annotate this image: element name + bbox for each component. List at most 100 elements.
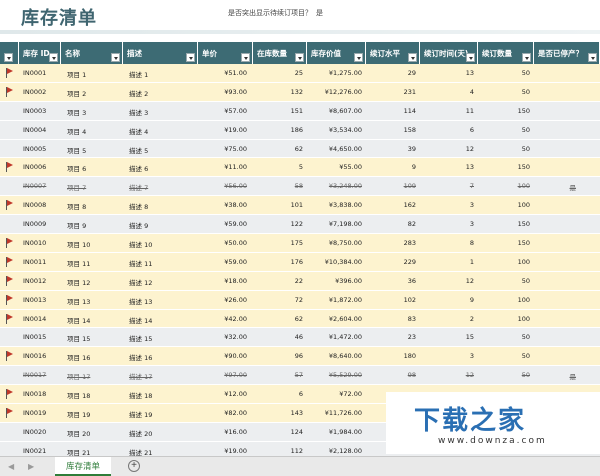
- cell-reorder-level[interactable]: 83: [408, 315, 416, 323]
- cell-reorder-level[interactable]: 82: [408, 220, 416, 228]
- filter-dropdown-icon[interactable]: [295, 53, 304, 62]
- cell-description[interactable]: 描述 11: [129, 258, 152, 268]
- cell-stock-value[interactable]: ¥8,607.00: [329, 107, 362, 115]
- cell-reorder-days[interactable]: 15: [466, 333, 474, 341]
- table-row[interactable]: IN0015 项目 15 描述 15 ¥32.00 46 ¥1,472.00 23 15 50: [0, 328, 600, 348]
- cell-reorder-qty[interactable]: 50: [522, 88, 530, 96]
- cell-qty-in-stock[interactable]: 112: [291, 447, 303, 455]
- cell-stock-value[interactable]: ¥1,472.00: [329, 333, 362, 341]
- cell-description[interactable]: 描述 8: [129, 201, 148, 211]
- cell-qty-in-stock[interactable]: 6: [299, 390, 303, 398]
- cell-unit-price[interactable]: ¥19.00: [224, 126, 247, 134]
- cell-description[interactable]: 描述 14: [129, 315, 152, 325]
- filter-dropdown-icon[interactable]: [111, 53, 120, 62]
- cell-unit-price[interactable]: ¥75.00: [224, 145, 247, 153]
- cell-unit-price[interactable]: ¥50.00: [224, 239, 247, 247]
- cell-name[interactable]: 项目 16: [67, 352, 90, 362]
- table-row[interactable]: IN0013 项目 13 描述 13 ¥26.00 72 ¥1,872.00 102 9 100: [0, 290, 600, 310]
- table-row[interactable]: IN0010 项目 10 描述 10 ¥50.00 175 ¥8,750.00 283 8 15…: [0, 234, 600, 253]
- cell-name[interactable]: 项目 14: [67, 315, 90, 325]
- cell-description[interactable]: 描述 4: [129, 126, 148, 136]
- scroll-left-icon[interactable]: ◀: [8, 462, 14, 471]
- cell-reorder-qty[interactable]: 100: [518, 201, 530, 209]
- cell-unit-price[interactable]: ¥11.00: [224, 163, 247, 171]
- cell-reorder-qty[interactable]: 50: [522, 126, 530, 134]
- cell-reorder-level[interactable]: 229: [404, 258, 416, 266]
- cell-unit-price[interactable]: ¥59.00: [224, 258, 247, 266]
- cell-unit-price[interactable]: ¥82.00: [224, 409, 247, 417]
- cell-reorder-qty[interactable]: 100: [518, 315, 530, 323]
- cell-qty-in-stock[interactable]: 57: [295, 371, 303, 379]
- cell-reorder-qty[interactable]: 50: [522, 352, 530, 360]
- cell-name[interactable]: 项目 15: [67, 333, 90, 343]
- cell-inventory-id[interactable]: IN0002: [23, 88, 46, 96]
- cell-unit-price[interactable]: ¥19.00: [224, 447, 247, 455]
- column-header-reorder-days[interactable]: 续订时间(天): [420, 42, 478, 64]
- cell-name[interactable]: 项目 18: [67, 390, 90, 400]
- cell-discontinued[interactable]: 是: [570, 371, 577, 381]
- cell-reorder-days[interactable]: 1: [470, 258, 474, 266]
- cell-stock-value[interactable]: ¥3,534.00: [329, 126, 362, 134]
- cell-name[interactable]: 项目 19: [67, 409, 90, 419]
- cell-description[interactable]: 描述 10: [129, 239, 152, 249]
- add-sheet-icon[interactable]: +: [128, 460, 140, 472]
- cell-reorder-qty[interactable]: 100: [518, 296, 530, 304]
- cell-qty-in-stock[interactable]: 96: [295, 352, 303, 360]
- cell-reorder-days[interactable]: 12: [466, 371, 474, 379]
- cell-qty-in-stock[interactable]: 143: [291, 409, 303, 417]
- cell-reorder-level[interactable]: 29: [408, 69, 416, 77]
- cell-inventory-id[interactable]: IN0011: [23, 258, 46, 266]
- cell-stock-value[interactable]: ¥2,604.00: [329, 315, 362, 323]
- cell-description[interactable]: 描述 7: [129, 182, 148, 192]
- filter-dropdown-icon[interactable]: [466, 53, 475, 62]
- cell-description[interactable]: 描述 15: [129, 333, 152, 343]
- cell-reorder-qty[interactable]: 150: [518, 220, 530, 228]
- cell-inventory-id[interactable]: IN0003: [23, 107, 46, 115]
- cell-description[interactable]: 描述 9: [129, 220, 148, 230]
- cell-reorder-days[interactable]: 8: [470, 239, 474, 247]
- cell-qty-in-stock[interactable]: 58: [295, 182, 303, 190]
- cell-reorder-days[interactable]: 7: [470, 182, 474, 190]
- cell-qty-in-stock[interactable]: 151: [291, 107, 303, 115]
- filter-dropdown-icon[interactable]: [408, 53, 417, 62]
- cell-unit-price[interactable]: ¥38.00: [224, 201, 247, 209]
- table-row[interactable]: IN0014 项目 14 描述 14 ¥42.00 62 ¥2,604.00 83 2 100: [0, 309, 600, 329]
- cell-reorder-level[interactable]: 231: [404, 88, 416, 96]
- cell-unit-price[interactable]: ¥97.00: [224, 371, 247, 379]
- cell-name[interactable]: 项目 20: [67, 428, 90, 438]
- column-header-qty-in-stock[interactable]: 在库数量: [253, 42, 307, 64]
- cell-inventory-id[interactable]: IN0021: [23, 447, 46, 455]
- table-row[interactable]: IN0017 项目 17 描述 17 ¥97.00 57 ¥5,529.00 98 12 50 是: [0, 366, 600, 386]
- cell-inventory-id[interactable]: IN0016: [23, 352, 46, 360]
- cell-unit-price[interactable]: ¥42.00: [224, 315, 247, 323]
- cell-description[interactable]: 描述 2: [129, 88, 148, 98]
- cell-stock-value[interactable]: ¥2,128.00: [329, 447, 362, 455]
- cell-qty-in-stock[interactable]: 132: [291, 88, 303, 96]
- cell-reorder-level[interactable]: 98: [408, 371, 416, 379]
- cell-description[interactable]: 描述 19: [129, 409, 152, 419]
- cell-reorder-days[interactable]: 12: [466, 145, 474, 153]
- filter-dropdown-icon[interactable]: [241, 53, 250, 62]
- cell-name[interactable]: 项目 6: [67, 163, 86, 173]
- sheet-tab-inventory[interactable]: 库存清单: [55, 457, 111, 476]
- cell-inventory-id[interactable]: IN0008: [23, 201, 46, 209]
- cell-inventory-id[interactable]: IN0017: [23, 371, 46, 379]
- table-row[interactable]: IN0012 项目 12 描述 12 ¥18.00 22 ¥396.00 36 12 50: [0, 271, 600, 291]
- cell-stock-value[interactable]: ¥10,384.00: [325, 258, 362, 266]
- cell-name[interactable]: 项目 3: [67, 107, 86, 117]
- table-row[interactable]: IN0007 项目 7 描述 7 ¥56.00 58 ¥3,248.00 109 7 100 是: [0, 177, 600, 197]
- cell-unit-price[interactable]: ¥12.00: [224, 390, 247, 398]
- cell-stock-value[interactable]: ¥7,198.00: [329, 220, 362, 228]
- cell-reorder-days[interactable]: 12: [466, 277, 474, 285]
- cell-reorder-level[interactable]: 39: [408, 145, 416, 153]
- table-row[interactable]: IN0002 项目 2 描述 2 ¥93.00 132 ¥12,276.00 231 4 50: [0, 82, 600, 102]
- cell-reorder-level[interactable]: 9: [412, 163, 416, 171]
- cell-stock-value[interactable]: ¥1,275.00: [329, 69, 362, 77]
- cell-inventory-id[interactable]: IN0009: [23, 220, 46, 228]
- scroll-right-icon[interactable]: ▶: [28, 462, 34, 471]
- cell-name[interactable]: 项目 2: [67, 88, 86, 98]
- cell-unit-price[interactable]: ¥51.00: [224, 69, 247, 77]
- column-header-reorder-qty[interactable]: 续订数量: [478, 42, 534, 64]
- cell-description[interactable]: 描述 17: [129, 371, 152, 381]
- cell-reorder-level[interactable]: 158: [404, 126, 416, 134]
